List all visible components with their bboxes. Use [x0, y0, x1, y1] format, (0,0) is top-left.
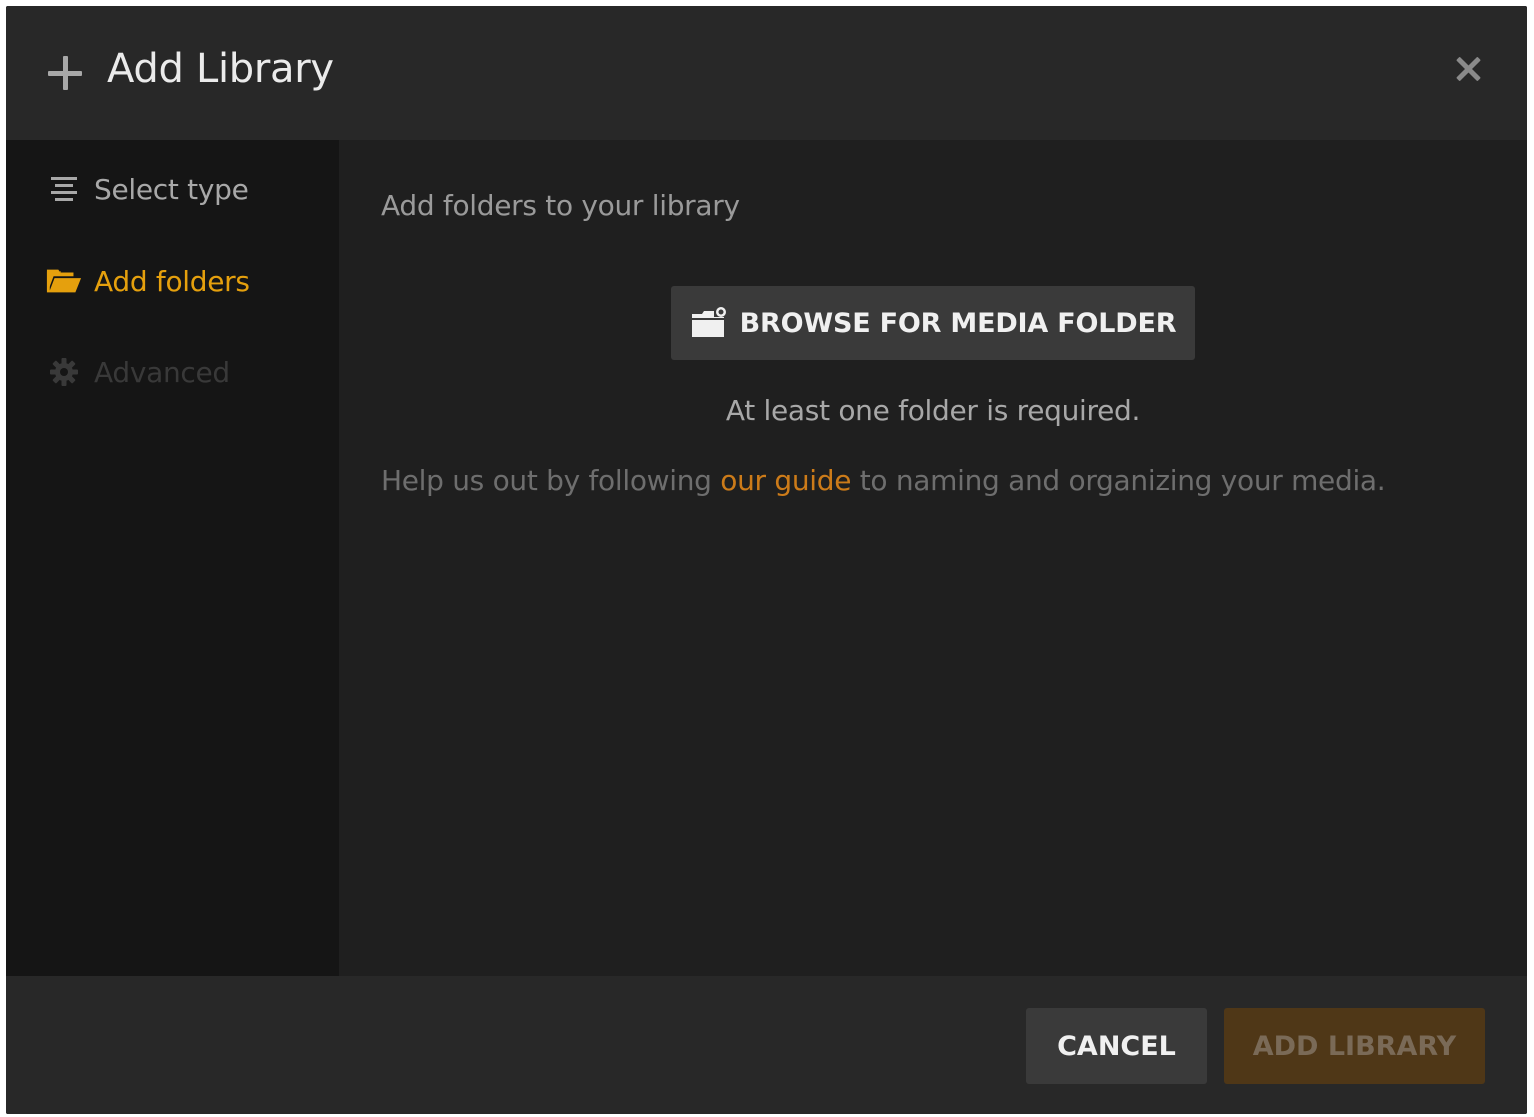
add-library-modal: Add Library Select type Add fo [6, 6, 1527, 1114]
help-text-prefix: Help us out by following [381, 464, 720, 497]
modal-footer: CANCEL ADD LIBRARY [6, 976, 1527, 1114]
sidebar-item-add-folders[interactable]: Add folders [46, 261, 250, 301]
browse-media-folder-button[interactable]: BROWSE FOR MEDIA FOLDER [671, 286, 1195, 360]
main-content: Add folders to your library BROWSE FOR M… [339, 140, 1527, 976]
help-text: Help us out by following our guide to na… [381, 464, 1385, 497]
required-message: At least one folder is required. [339, 394, 1527, 427]
browse-button-label: BROWSE FOR MEDIA FOLDER [740, 308, 1177, 339]
sidebar-item-label: Advanced [94, 356, 230, 389]
help-text-suffix: to naming and organizing your media. [851, 464, 1385, 497]
cancel-button[interactable]: CANCEL [1026, 1008, 1207, 1084]
list-icon [46, 171, 82, 207]
sidebar-item-select-type[interactable]: Select type [46, 169, 249, 209]
modal-title: Add Library [107, 46, 334, 92]
close-icon[interactable] [1450, 52, 1486, 88]
sidebar-item-label: Add folders [94, 265, 250, 298]
gear-icon [46, 354, 82, 390]
guide-link[interactable]: our guide [720, 464, 851, 497]
sidebar-item-label: Select type [94, 173, 249, 206]
modal-header: Add Library [6, 6, 1527, 140]
wizard-steps-sidebar: Select type Add folders [6, 140, 339, 976]
add-library-button[interactable]: ADD LIBRARY [1224, 1008, 1485, 1084]
folder-open-icon [46, 263, 82, 299]
sidebar-item-advanced: Advanced [46, 352, 230, 392]
step-subtitle: Add folders to your library [381, 189, 740, 222]
plus-icon [48, 56, 82, 90]
folder-add-icon [690, 306, 728, 340]
